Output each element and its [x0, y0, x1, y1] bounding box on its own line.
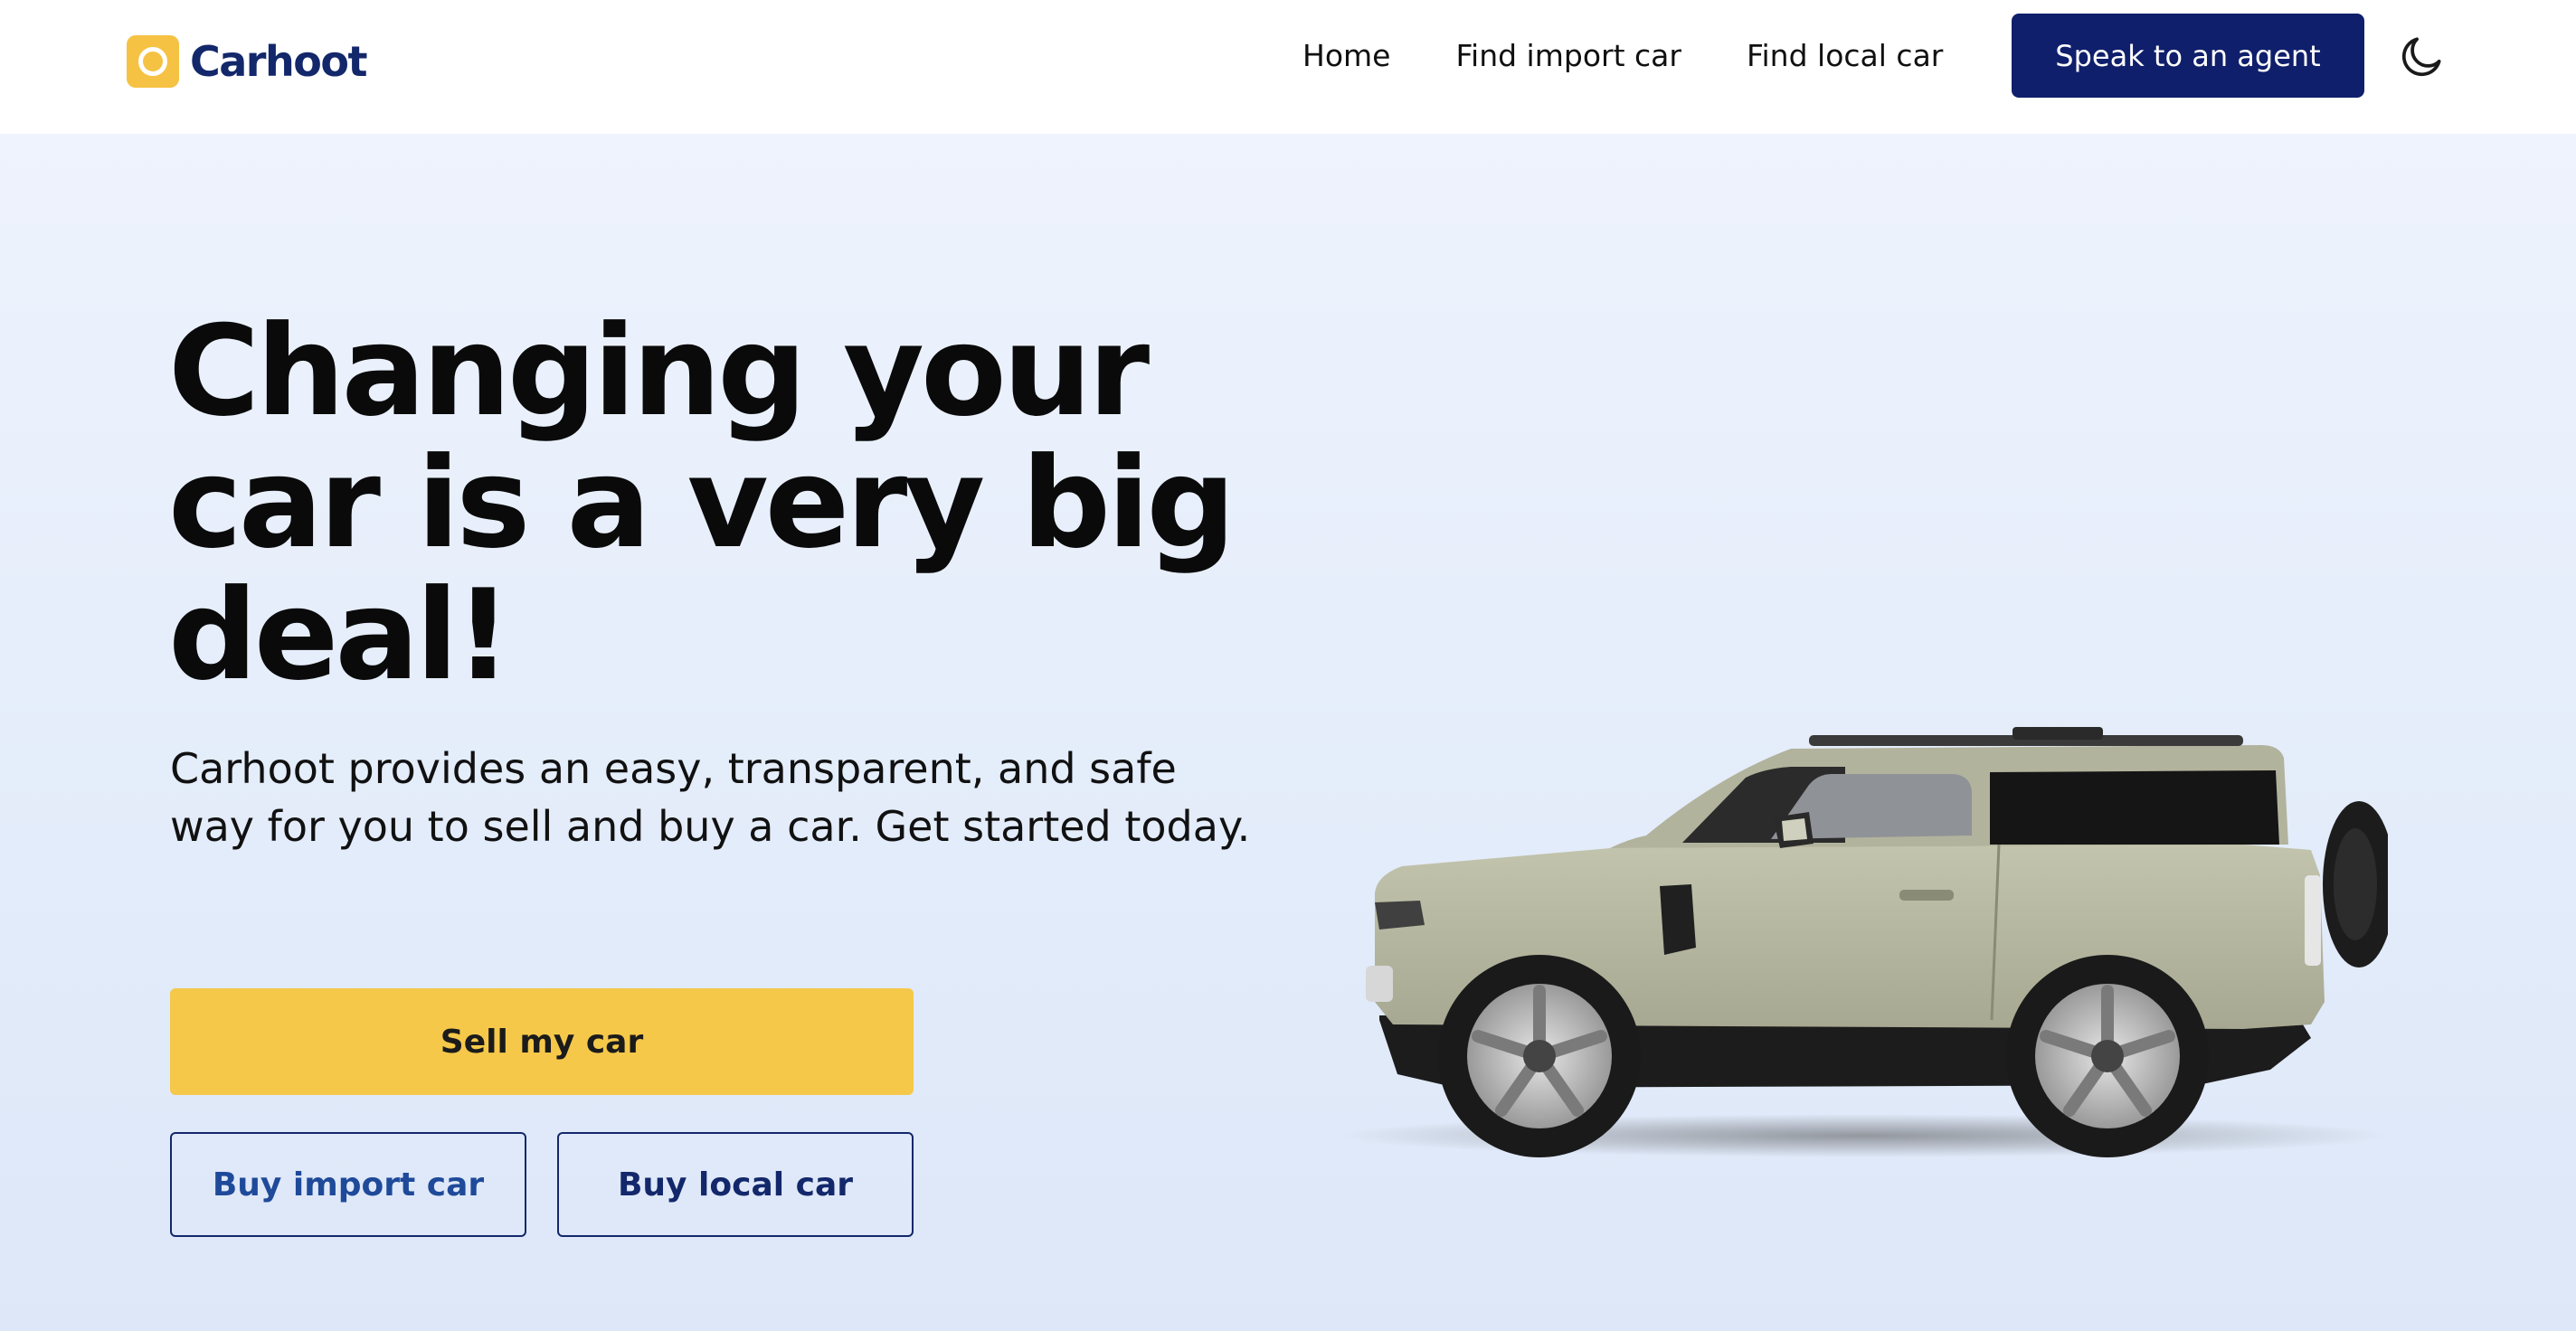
logo-icon [127, 35, 179, 88]
nav-link-find-local-car[interactable]: Find local car [1747, 38, 1943, 73]
logo[interactable]: Carhoot [127, 34, 367, 89]
hero-section: Changing your car is a very big deal! Ca… [0, 134, 2576, 1331]
buy-local-car-button[interactable]: Buy local car [557, 1132, 914, 1237]
logo-text: Carhoot [190, 37, 367, 86]
nav-link-find-import-car[interactable]: Find import car [1455, 38, 1681, 73]
buy-import-car-button[interactable]: Buy import car [170, 1132, 526, 1237]
main-nav: Home Find import car Find local car [1302, 13, 1943, 98]
car-illustration [1339, 727, 2388, 1157]
hero-subtext: Carhoot provides an easy, transparent, a… [170, 744, 1251, 851]
speak-to-agent-button[interactable]: Speak to an agent [2012, 14, 2364, 98]
site-header: Carhoot Home Find import car Find local … [0, 0, 2576, 134]
theme-toggle-button[interactable] [2397, 31, 2448, 81]
hero-headline: Changing your car is a very big deal! [168, 298, 1236, 708]
nav-link-home[interactable]: Home [1302, 38, 1390, 73]
moon-icon [2401, 37, 2441, 77]
sell-my-car-button[interactable]: Sell my car [170, 988, 914, 1095]
